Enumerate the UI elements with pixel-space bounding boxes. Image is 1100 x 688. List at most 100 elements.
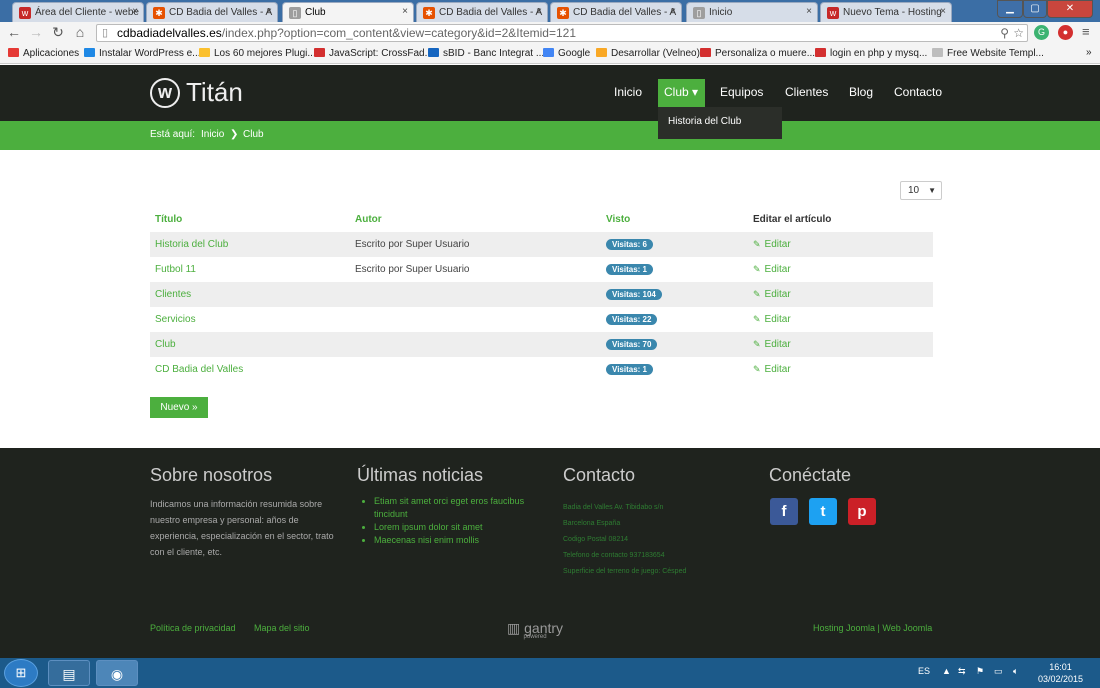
news-item[interactable]: Maecenas nisi enim mollis [374,534,532,547]
nav-contacto[interactable]: Contacto [894,79,942,107]
news-list: Etiam sit amet orci eget eros faucibus t… [362,495,532,547]
sitemap-link[interactable]: Mapa del sitio [254,623,310,633]
bookmark-label: Los 60 mejores Plugi... [214,48,316,59]
tray-expand-icon[interactable]: ▲ [942,666,951,676]
nav-blog[interactable]: Blog [849,79,873,107]
start-button[interactable]: ⊞ [4,659,38,687]
facebook-icon[interactable]: f [770,498,798,525]
bookmark-item[interactable]: Aplicaciones [8,48,79,59]
site-logo[interactable]: w Titán [150,77,243,108]
network-icon[interactable]: ⇆ [958,666,966,677]
new-article-button[interactable]: Nuevo » [150,397,208,418]
edit-link[interactable]: ✎ Editar [753,239,791,250]
edit-icon: ✎ [753,264,761,274]
close-tab-icon[interactable]: × [266,6,272,17]
maximize-button[interactable]: ▢ [1023,0,1047,18]
close-tab-icon[interactable]: × [402,6,408,17]
star-icon[interactable]: ☆ [1013,25,1024,41]
tab-title: CD Badia del Valles - A [169,7,273,18]
menu-icon[interactable]: ≡ [1082,24,1090,39]
explorer-taskbar-icon[interactable]: ▤ [48,660,90,686]
news-item[interactable]: Lorem ipsum dolor sit amet [374,521,532,534]
bookmark-icon [428,48,439,57]
nav-equipos[interactable]: Equipos [720,79,763,107]
chrome-taskbar-icon[interactable]: ◉ [96,660,138,686]
col-edit: Editar el artículo [753,214,832,225]
edit-link[interactable]: ✎ Editar [753,264,791,275]
browser-tab[interactable]: ✱ CD Badia del Valles - A × [550,2,682,22]
reload-icon[interactable]: ↻ [50,24,66,41]
volume-icon[interactable]: 🔈︎ [1013,666,1018,677]
close-tab-icon[interactable]: × [806,6,812,17]
article-title-link[interactable]: Clientes [155,289,191,300]
browser-tab[interactable]: w Área del Cliente - webe × [12,2,144,22]
browser-tab[interactable]: ▯ Inicio × [686,2,818,22]
address-bar[interactable]: ▯ cdbadiadelvalles.es/index.php?option=c… [96,24,1028,42]
bookmark-item[interactable]: Google [543,48,590,59]
language-indicator[interactable]: ES [918,666,930,676]
gantry-logo[interactable]: ▥ gantry powered [507,620,563,640]
article-author [350,307,601,332]
bookmark-item[interactable]: JavaScript: CrossFad... [314,48,433,59]
article-title-link[interactable]: Historia del Club [155,239,228,250]
club-dropdown-item[interactable]: Historia del Club [658,107,782,139]
bookmark-item[interactable]: Los 60 mejores Plugi... [199,48,316,59]
article-title-link[interactable]: Club [155,339,176,350]
col-title[interactable]: Título [150,207,350,232]
browser-tab[interactable]: ✱ CD Badia del Valles - A × [416,2,548,22]
browser-tab[interactable]: w Nuevo Tema - Hosting × [820,2,952,22]
article-title-link[interactable]: Futbol 11 [155,264,196,275]
bookmark-item[interactable]: Free Website Templ... [932,48,1044,59]
list-limit-select[interactable]: 10 ▼ [900,181,942,200]
close-tab-icon[interactable]: × [940,6,946,17]
bookmark-label: login en php y mysq... [830,48,928,59]
search-icon[interactable]: ⚲ [1000,25,1009,41]
webempresa-icon: w [827,7,839,19]
browser-tab[interactable]: ▯ Club × [282,2,414,22]
article-author [350,357,601,382]
bookmark-item[interactable]: login en php y mysq... [815,48,927,59]
minimize-button[interactable]: ▁ [997,0,1023,18]
col-author[interactable]: Autor [350,207,601,232]
article-edit-cell: ✎ Editar [748,282,933,307]
clock-date: 03/02/2015 [1038,674,1084,684]
breadcrumb-home[interactable]: Inicio [201,129,224,140]
bookmark-item[interactable]: Instalar WordPress e... [84,48,201,59]
adblock-icon[interactable]: ● [1058,25,1073,40]
close-window-button[interactable]: ✕ [1047,0,1093,18]
close-tab-icon[interactable]: × [536,6,542,17]
forward-icon[interactable]: → [28,24,44,40]
news-item[interactable]: Etiam sit amet orci eget eros faucibus t… [374,495,532,521]
edit-link[interactable]: ✎ Editar [753,314,791,325]
edit-link[interactable]: ✎ Editar [753,289,791,300]
article-title-link[interactable]: CD Badia del Valles [155,364,243,375]
privacy-link[interactable]: Política de privacidad [150,623,236,633]
col-hits[interactable]: Visto [601,207,748,232]
bookmark-icon [700,48,711,57]
nav-clientes[interactable]: Clientes [785,79,828,107]
bookmark-item[interactable]: sBID - Banc Integrat ... [428,48,544,59]
back-icon[interactable]: ← [6,24,22,40]
bookmark-item[interactable]: Desarrollar (Velneo) [596,48,700,59]
edit-link[interactable]: ✎ Editar [753,339,791,350]
edit-link[interactable]: ✎ Editar [753,364,791,375]
bookmarks-more[interactable]: » [1086,47,1092,58]
contact-line: Telefono de contacto 937183654 [563,552,665,559]
close-tab-icon[interactable]: × [670,6,676,17]
twitter-icon[interactable]: t [809,498,837,525]
browser-tab[interactable]: ✱ CD Badia del Valles - A × [146,2,278,22]
pinterest-icon[interactable]: p [848,498,876,525]
credit-link[interactable]: Hosting Joomla | Web Joomla [813,623,932,633]
nav-club[interactable]: Club ▾ [658,79,705,107]
monitor-icon[interactable]: ▭ [994,666,1003,677]
home-icon[interactable]: ⌂ [72,24,88,40]
page-icon: ▯ [693,7,705,19]
bookmark-item[interactable]: Personaliza o muere... [700,48,815,59]
system-clock[interactable]: 16:01 03/02/2015 [1038,661,1083,685]
close-tab-icon[interactable]: × [132,6,138,17]
flag-icon[interactable]: ⚑ [976,666,984,677]
extension-icon[interactable]: G [1034,25,1049,40]
nav-inicio[interactable]: Inicio [614,79,642,107]
contact-line: Codigo Postal 08214 [563,536,628,543]
article-title-link[interactable]: Servicios [155,314,196,325]
